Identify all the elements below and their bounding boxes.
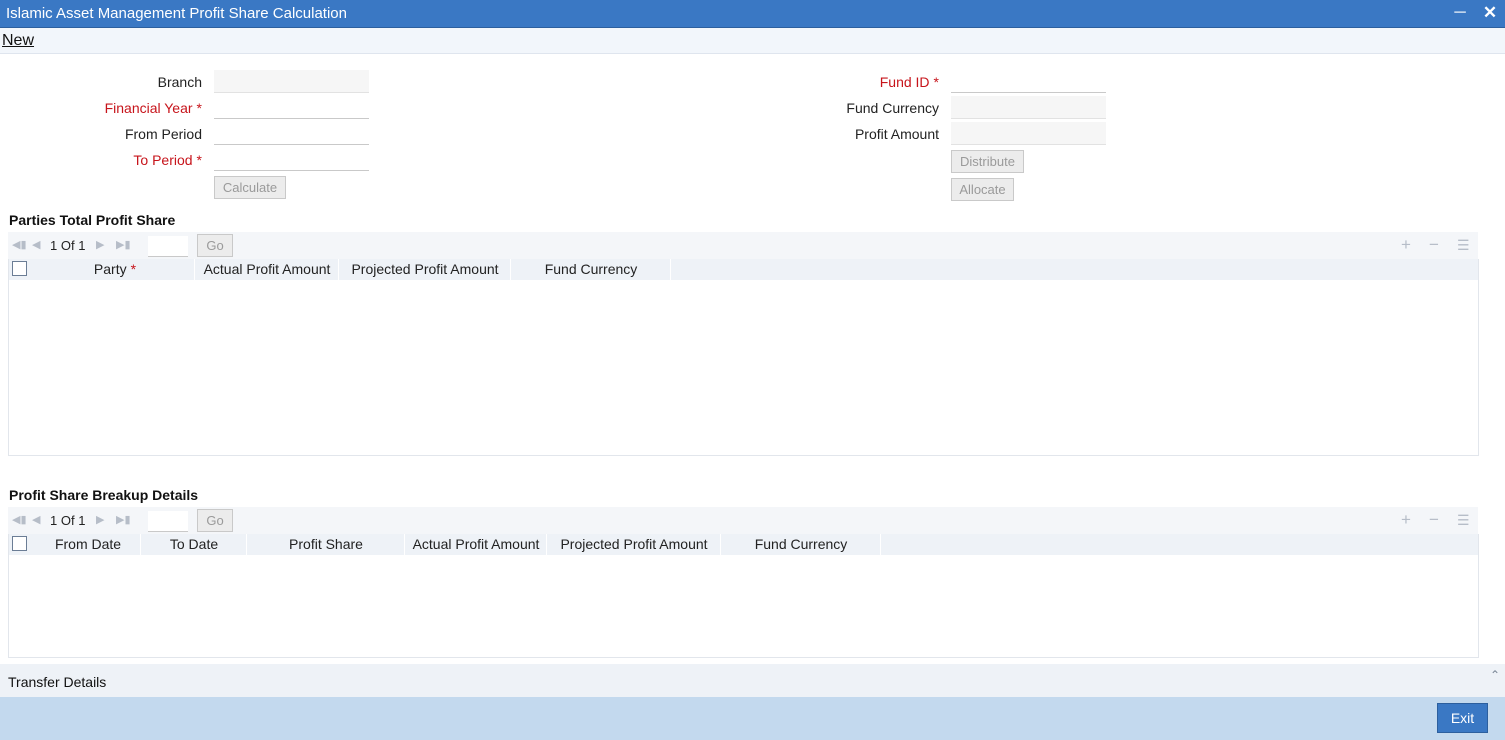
- add-row-icon[interactable]: +: [1401, 235, 1411, 255]
- breakup-grid-header: From Date To Date Profit Share Actual Pr…: [9, 534, 1478, 555]
- fund-id-label: Fund ID *: [879, 74, 939, 90]
- fund-currency-label: Fund Currency: [846, 100, 939, 116]
- column-header-projected-profit-amount: Projected Profit Amount: [548, 534, 721, 555]
- from-period-label: From Period: [124, 126, 202, 142]
- calculate-button[interactable]: Calculate: [214, 176, 286, 199]
- previous-page-icon[interactable]: ◀: [32, 238, 40, 251]
- parties-pager: ◀▮ ◀ 1 Of 1 ▶ ▶▮ Go + − ☰: [8, 232, 1478, 260]
- delete-row-icon[interactable]: −: [1429, 235, 1439, 255]
- first-page-icon[interactable]: ◀▮: [12, 238, 27, 251]
- toolbar: New: [0, 28, 1505, 54]
- next-page-icon[interactable]: ▶: [96, 238, 104, 251]
- exit-button[interactable]: Exit: [1437, 703, 1488, 733]
- breakup-grid: From Date To Date Profit Share Actual Pr…: [8, 534, 1479, 658]
- last-page-icon[interactable]: ▶▮: [116, 238, 131, 251]
- single-view-icon[interactable]: ☰: [1457, 237, 1470, 254]
- next-page-icon[interactable]: ▶: [96, 513, 104, 526]
- branch-field[interactable]: [214, 70, 369, 93]
- fund-currency-field[interactable]: [951, 96, 1106, 119]
- page-indicator: 1 Of 1: [50, 513, 86, 528]
- transfer-details-bar: Transfer Details ⌃: [0, 664, 1505, 697]
- page-indicator: 1 Of 1: [50, 238, 86, 253]
- first-page-icon[interactable]: ◀▮: [12, 513, 27, 526]
- go-button[interactable]: Go: [197, 509, 233, 532]
- add-row-icon[interactable]: +: [1401, 510, 1411, 530]
- page-number-input[interactable]: [148, 511, 188, 532]
- allocate-button[interactable]: Allocate: [951, 178, 1014, 201]
- column-header-from-date: From Date: [36, 534, 141, 555]
- column-header-projected-profit-amount: Projected Profit Amount: [340, 259, 511, 280]
- column-header-profit-share: Profit Share: [248, 534, 405, 555]
- column-header-to-date: To Date: [142, 534, 247, 555]
- select-all-checkbox[interactable]: [12, 261, 27, 276]
- fund-id-field[interactable]: [951, 70, 1106, 93]
- financial-year-field[interactable]: [214, 96, 369, 119]
- distribute-button[interactable]: Distribute: [951, 150, 1024, 173]
- to-period-label: To Period *: [133, 152, 202, 168]
- column-header-party: Party *: [36, 259, 195, 280]
- column-header-fund-currency: Fund Currency: [722, 534, 881, 555]
- transfer-details-link[interactable]: Transfer Details: [8, 674, 106, 690]
- column-header-actual-profit-amount: Actual Profit Amount: [406, 534, 547, 555]
- breakup-section-title: Profit Share Breakup Details: [9, 487, 199, 503]
- page-number-input[interactable]: [148, 236, 188, 257]
- previous-page-icon[interactable]: ◀: [32, 513, 40, 526]
- financial-year-label: Financial Year *: [104, 100, 202, 116]
- profit-amount-label: Profit Amount: [854, 126, 939, 142]
- chevron-up-icon[interactable]: ⌃: [1490, 668, 1500, 682]
- vertical-scrollbar[interactable]: [1497, 54, 1505, 664]
- parties-grid: Party * Actual Profit Amount Projected Pr…: [8, 259, 1479, 456]
- column-header-fund-currency: Fund Currency: [512, 259, 671, 280]
- new-link[interactable]: New: [2, 32, 34, 50]
- single-view-icon[interactable]: ☰: [1457, 512, 1470, 529]
- last-page-icon[interactable]: ▶▮: [116, 513, 131, 526]
- from-period-field[interactable]: [214, 122, 369, 145]
- window-titlebar: Islamic Asset Management Profit Share Ca…: [0, 0, 1505, 28]
- branch-label: Branch: [157, 74, 202, 90]
- parties-grid-header: Party * Actual Profit Amount Projected Pr…: [9, 259, 1478, 280]
- footer: Exit: [0, 697, 1505, 740]
- close-icon[interactable]: ✕: [1480, 3, 1500, 23]
- window-title: Islamic Asset Management Profit Share Ca…: [6, 5, 347, 22]
- breakup-pager: ◀▮ ◀ 1 Of 1 ▶ ▶▮ Go + − ☰: [8, 507, 1478, 535]
- minimize-icon[interactable]: ─: [1450, 3, 1470, 23]
- delete-row-icon[interactable]: −: [1429, 510, 1439, 530]
- column-header-actual-profit-amount: Actual Profit Amount: [196, 259, 339, 280]
- parties-section-title: Parties Total Profit Share: [9, 212, 176, 228]
- profit-amount-field[interactable]: [951, 122, 1106, 145]
- to-period-field[interactable]: [214, 148, 369, 171]
- select-all-checkbox[interactable]: [12, 536, 27, 551]
- go-button[interactable]: Go: [197, 234, 233, 257]
